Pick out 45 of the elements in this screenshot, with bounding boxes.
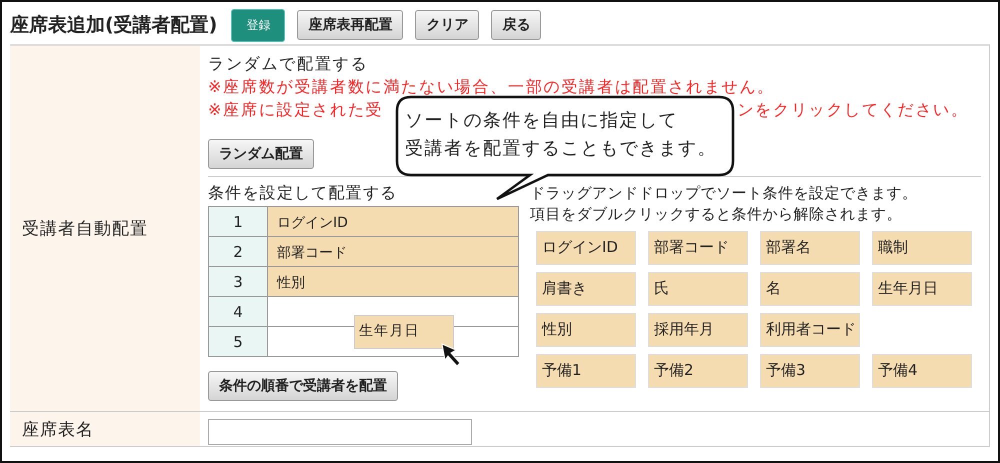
row-number: 5: [208, 326, 268, 356]
name-field[interactable]: [208, 419, 472, 445]
warning-text: ンをクリックしてください。: [737, 99, 969, 121]
sort-item[interactable]: 予備4: [872, 354, 972, 388]
row-number: 3: [208, 266, 268, 296]
sort-item[interactable]: 予備2: [648, 354, 748, 388]
sort-item[interactable]: 利用者コード: [760, 313, 860, 347]
callout-text: ソートの条件を自由に指定して 受講者を配置することもできます。: [405, 109, 717, 161]
sort-item[interactable]: 部署名: [760, 231, 860, 265]
sort-item[interactable]: 職制: [872, 231, 972, 265]
sort-item[interactable]: 採用年月: [648, 313, 748, 347]
warning-text: ※座席数が受講者数に満たない場合、一部の受講者は配置されません。: [208, 76, 776, 98]
page-title: 座席表追加(受講者配置): [10, 13, 218, 38]
row-number: 2: [208, 236, 268, 266]
section-heading: ランダムで配置する: [208, 53, 370, 75]
toolbar-button[interactable]: 戻る: [491, 10, 542, 40]
section-heading: 条件を設定して配置する: [208, 183, 398, 204]
condition-slot[interactable]: ログインID: [268, 206, 518, 236]
hint-text: ドラッグアンドドロップでソート条件を設定できます。: [530, 183, 918, 204]
warning-text: ※座席に設定された受: [208, 99, 384, 121]
sort-item[interactable]: 名: [760, 272, 860, 306]
sort-item[interactable]: 部署コード: [648, 231, 748, 265]
row-label: 座席表名: [10, 412, 200, 446]
condition-slot[interactable]: 部署コード: [268, 236, 518, 266]
sort-item[interactable]: ログインID: [536, 231, 636, 265]
sort-item[interactable]: 肩書き: [536, 272, 636, 306]
condition-text: 部署コード: [276, 244, 347, 260]
toolbar-button[interactable]: クリア: [415, 10, 480, 40]
sort-item[interactable]: 予備1: [536, 354, 636, 388]
condition-text: ログインID: [276, 214, 348, 230]
condition-slot[interactable]: 性別: [268, 266, 518, 296]
sort-item[interactable]: 性別: [536, 313, 636, 347]
row-number: 4: [208, 296, 268, 326]
dragged-item[interactable]: 生年月日: [354, 315, 454, 349]
register-button[interactable]: 登録: [231, 8, 286, 42]
assign-by-condition-button[interactable]: 条件の順番で受講者を配置: [208, 371, 398, 401]
condition-text: 性別: [276, 274, 305, 290]
sort-item[interactable]: 予備3: [760, 354, 860, 388]
sort-item[interactable]: 生年月日: [872, 272, 972, 306]
row-number: 1: [208, 206, 268, 236]
row-label: 受講者自動配置: [10, 46, 200, 411]
hint-text: 項目をダブルクリックすると条件から解除されます。: [530, 204, 903, 225]
sort-item[interactable]: 氏: [648, 272, 748, 306]
random-assign-button[interactable]: ランダム配置: [208, 139, 314, 169]
toolbar-button[interactable]: 座席表再配置: [297, 10, 404, 40]
